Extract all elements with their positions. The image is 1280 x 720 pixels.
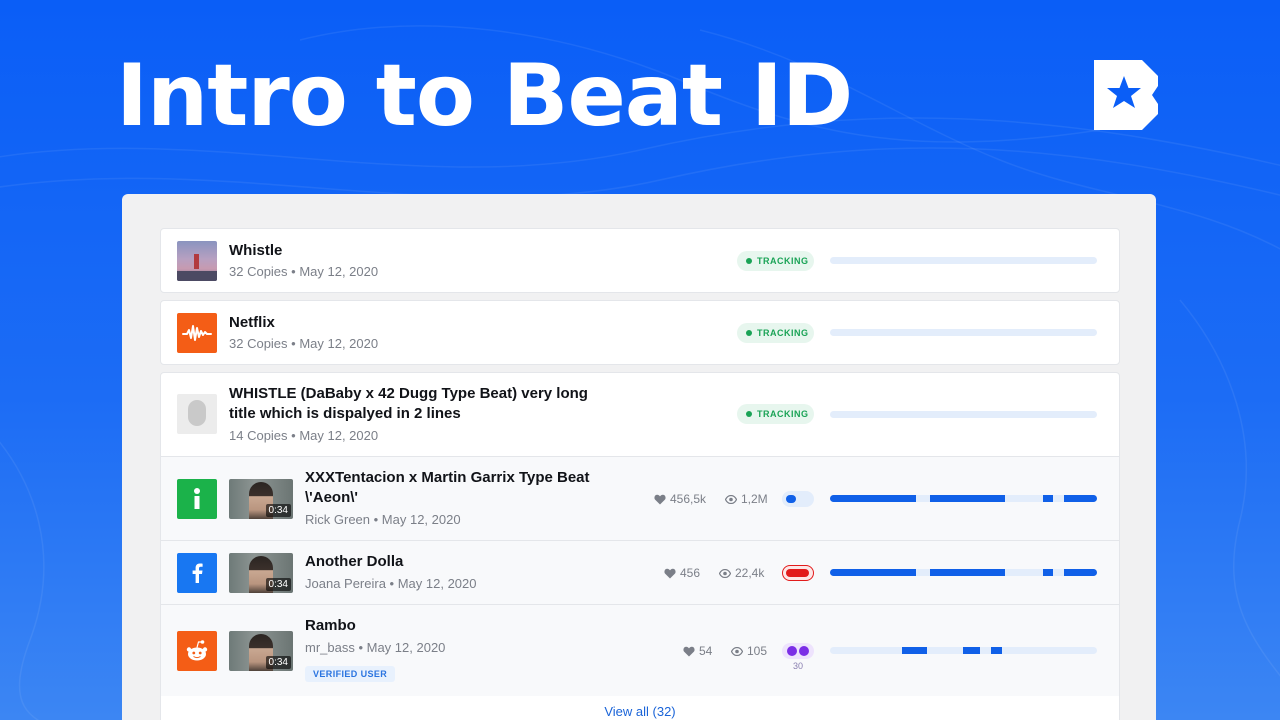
views-value: 105 <box>747 644 768 658</box>
match-indicator-toggle[interactable] <box>782 491 814 507</box>
likes-value: 54 <box>699 644 713 658</box>
heart-icon <box>683 646 695 656</box>
copy-meta: Rick Green • May 12, 2020 <box>305 512 461 527</box>
eye-icon <box>731 646 743 656</box>
copy-row[interactable]: 0:34 Rambo mr_bass • May 12, 2020 VERIFI… <box>161 604 1119 696</box>
facebook-icon <box>177 553 217 593</box>
info-icon <box>177 479 217 519</box>
match-indicator-pill[interactable] <box>782 565 814 581</box>
tracking-status-badge: TRACKING <box>737 323 814 343</box>
audiomack-logo-icon <box>177 313 217 353</box>
eye-icon <box>725 494 737 504</box>
video-thumbnail[interactable]: 0:34 <box>229 631 293 671</box>
video-duration: 0:34 <box>265 656 291 669</box>
match-timeline-bar <box>830 495 1097 502</box>
beat-title[interactable]: Netflix <box>229 313 275 333</box>
match-indicator-dots[interactable] <box>782 643 814 659</box>
beat-meta: 14 Copies • May 12, 2020 <box>229 428 379 443</box>
beat-title[interactable]: WHISTLE (DaBaby x 42 Dugg Type Beat) ver… <box>229 384 609 424</box>
views-value: 22,4k <box>735 566 765 580</box>
match-timeline-bar <box>830 411 1097 418</box>
copy-row[interactable]: 0:34 Another Dolla Joana Pereira • May 1… <box>161 540 1119 604</box>
likes-count: 456 <box>664 565 700 581</box>
copy-title[interactable]: Another Dolla <box>305 552 403 572</box>
beat-id-panel: Whistle 32 Copies • May 12, 2020 TRACKIN… <box>122 194 1156 720</box>
copy-meta: mr_bass • May 12, 2020 <box>305 640 446 655</box>
tracked-beat-card[interactable]: Whistle 32 Copies • May 12, 2020 TRACKIN… <box>160 228 1120 293</box>
video-duration: 0:34 <box>265 578 291 591</box>
beat-meta: 32 Copies • May 12, 2020 <box>229 336 379 351</box>
brand-logo-icon <box>1094 60 1158 130</box>
views-count: 22,4k <box>719 565 764 581</box>
tracking-status-badge: TRACKING <box>737 251 814 271</box>
likes-value: 456 <box>680 566 701 580</box>
copy-title[interactable]: Rambo <box>305 616 356 636</box>
reddit-icon <box>177 631 217 671</box>
verified-user-badge: VERIFIED USER <box>305 666 396 682</box>
beat-meta: 32 Copies • May 12, 2020 <box>229 264 379 279</box>
heart-icon <box>664 568 676 578</box>
likes-count: 54 <box>683 643 712 659</box>
beat-title[interactable]: Whistle <box>229 241 282 261</box>
views-value: 1,2M <box>741 492 768 506</box>
match-timeline-bar <box>830 647 1097 654</box>
heart-icon <box>654 494 666 504</box>
video-duration: 0:34 <box>265 504 291 517</box>
eye-icon <box>719 568 731 578</box>
copy-title[interactable]: XXXTentacion x Martin Garrix Type Beat \… <box>305 468 605 508</box>
video-thumbnail[interactable]: 0:34 <box>229 553 293 593</box>
match-timeline-bar <box>830 329 1097 336</box>
view-all-link[interactable]: View all (32) <box>161 704 1119 719</box>
copy-row[interactable]: 0:34 XXXTentacion x Martin Garrix Type B… <box>161 456 1119 540</box>
match-timeline-bar <box>830 257 1097 264</box>
beat-thumbnail <box>177 241 217 281</box>
match-count: 30 <box>792 661 803 671</box>
page-title: Intro to Beat ID <box>116 46 853 146</box>
likes-value: 456,5k <box>670 492 707 506</box>
tracking-status-badge: TRACKING <box>737 404 814 424</box>
likes-count: 456,5k <box>654 491 706 507</box>
beat-thumbnail <box>177 394 217 434</box>
tracked-beat-header[interactable]: WHISTLE (DaBaby x 42 Dugg Type Beat) ver… <box>161 373 1119 456</box>
views-count: 105 <box>731 643 767 659</box>
copy-meta: Joana Pereira • May 12, 2020 <box>305 576 477 591</box>
match-timeline-bar <box>830 569 1097 576</box>
views-count: 1,2M <box>725 491 768 507</box>
tracked-beat-card-expanded[interactable]: WHISTLE (DaBaby x 42 Dugg Type Beat) ver… <box>160 372 1120 720</box>
tracked-beat-card[interactable]: Netflix 32 Copies • May 12, 2020 TRACKIN… <box>160 300 1120 365</box>
video-thumbnail[interactable]: 0:34 <box>229 479 293 519</box>
